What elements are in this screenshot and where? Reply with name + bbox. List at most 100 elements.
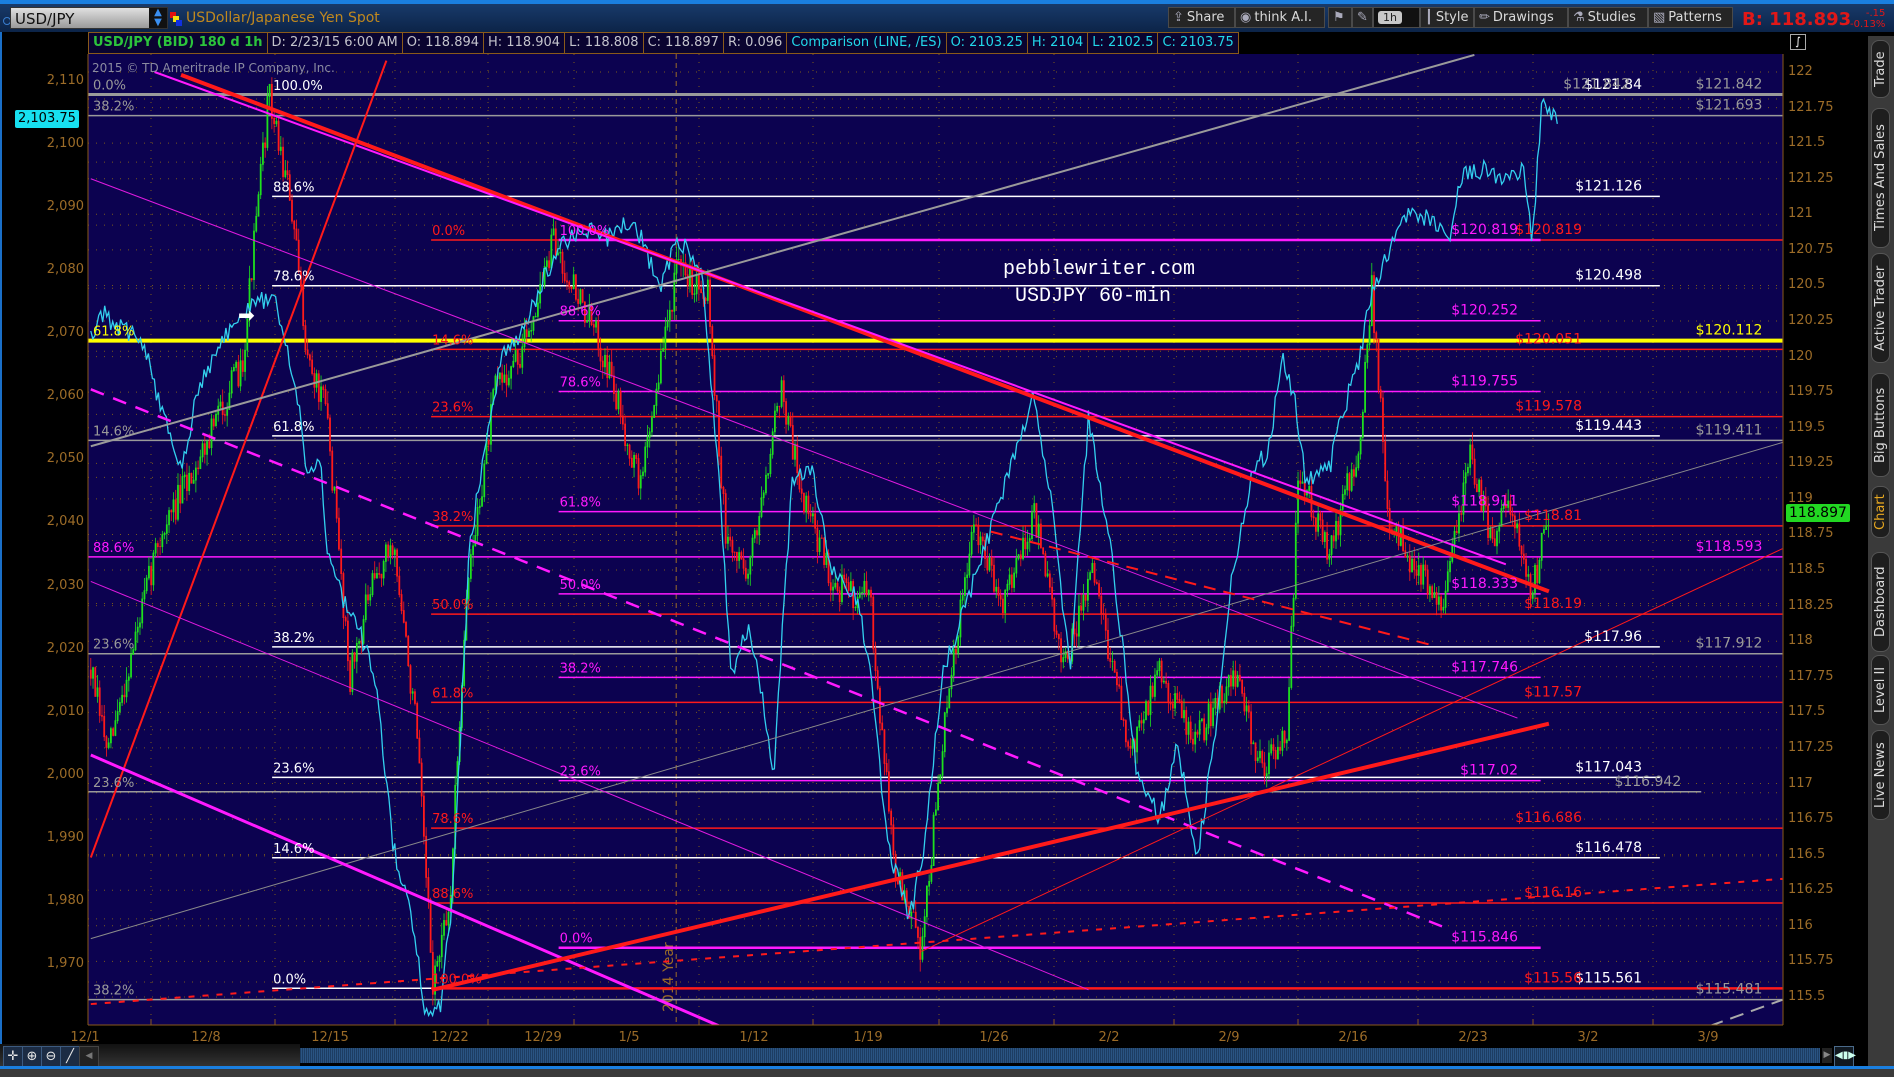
right-sidebar: Trade Times And Sales Active Trader Big But… [1868, 36, 1894, 1066]
left-axis-tick-label: 2,020 [46, 640, 84, 656]
fib-percent-label: 100.0% [560, 224, 610, 239]
fib-percent-label: 88.6% [93, 541, 134, 556]
fib-percent-label: 61.8% [273, 420, 314, 435]
x-axis-tick-label: 12/29 [524, 1030, 562, 1045]
fib-percent-label: 38.2% [560, 661, 601, 676]
fib-percent-label: 23.6% [560, 765, 601, 780]
left-axis-tick-label: 1,980 [46, 892, 84, 908]
fib-price-label: $119.443 [1575, 418, 1642, 434]
fib-price-label: $121.126 [1575, 178, 1642, 194]
left-axis-tick-label: 2,080 [46, 262, 84, 278]
right-axis-tick-label: 118 [1788, 633, 1813, 649]
fib-percent-label: 88.6% [273, 180, 314, 195]
left-axis-tick-label: 1,970 [46, 955, 84, 971]
fib-price-label: $116.942 [1614, 774, 1681, 790]
fib-percent-label: 61.8% [560, 496, 601, 511]
status-strip [0, 1069, 1894, 1077]
trendline-magenta-downtrend [154, 71, 1507, 566]
right-axis-tick-label: 118.75 [1788, 526, 1834, 542]
watermark-subtitle: USDJPY 60-min [1015, 285, 1172, 308]
time-scrollbar[interactable] [300, 1048, 1820, 1063]
sidebar-tab-level-ii[interactable]: Level II [1871, 655, 1890, 725]
fib-price-label: $121.693 [1696, 98, 1763, 114]
fib-price-label: $120.819 [1515, 222, 1582, 238]
fib-percent-label: 61.8% [432, 686, 473, 701]
trendline-gray-dashed [1709, 998, 1783, 1025]
x-axis-tick-label: 12/8 [191, 1030, 221, 1045]
fib-percent-label: 50.0% [432, 598, 473, 613]
sidebar-tab-times-and-sales[interactable]: Times And Sales [1871, 108, 1890, 248]
right-axis-tick-label: 120.75 [1788, 241, 1834, 257]
right-axis-tick-label: 121.25 [1788, 170, 1834, 186]
fib-price-label: $119.411 [1696, 422, 1763, 438]
fib-percent-label: 0.0% [273, 972, 306, 987]
fib-price-label: $121.842 [1563, 76, 1630, 92]
fib-percent-label: 23.6% [93, 776, 134, 791]
fib-price-label: $117.02 [1460, 763, 1518, 779]
fib-percent-label: 100.0% [273, 79, 323, 94]
right-axis-tick-label: 115.75 [1788, 953, 1834, 969]
x-axis-tick-label: 1/12 [739, 1030, 769, 1045]
x-axis-tick-label: 2/2 [1098, 1030, 1120, 1045]
zoom-grip-icon[interactable]: ◀▮▶ [1834, 1046, 1856, 1067]
x-axis-tick-label: 12/1 [70, 1030, 100, 1045]
sidebar-tab-chart[interactable]: Chart [1871, 486, 1890, 538]
fib-price-label: $117.57 [1524, 684, 1582, 700]
fib-percent-label: 0.0% [432, 224, 465, 239]
left-axis-tick-label: 2,010 [46, 703, 84, 719]
left-axis-tick-label: 2,090 [46, 199, 84, 215]
left-axis-tick-label: 2,100 [46, 136, 84, 152]
left-axis-tick-label: 2,000 [46, 766, 84, 782]
fib-percent-label: 14.6% [93, 424, 134, 439]
x-axis-tick-label: 1/26 [979, 1030, 1009, 1045]
sidebar-tab-big-buttons[interactable]: Big Buttons [1871, 373, 1890, 477]
right-axis-tick-label: 116.75 [1788, 811, 1834, 827]
left-axis-tick-label: 1,990 [46, 829, 84, 845]
copyright-notice: 2015 © TD Ameritrade IP Company, Inc. [92, 61, 335, 75]
fib-percent-label: 14.6% [432, 333, 473, 348]
trendline-magenta-channel-lower [90, 753, 721, 1025]
draw-line-icon[interactable]: ╱ [60, 1046, 80, 1067]
zoom-out-icon[interactable]: ⊖ [41, 1046, 61, 1067]
sidebar-tab-live-news[interactable]: Live News [1871, 730, 1890, 820]
fib-price-label: $118.19 [1524, 596, 1582, 612]
sidebar-tab-trade[interactable]: Trade [1871, 40, 1890, 98]
fib-percent-label: 50.0% [560, 578, 601, 593]
scroll-left-icon[interactable]: ◀ [79, 1046, 99, 1067]
fib-percent-label: 0.0% [560, 932, 593, 947]
x-axis-tick-label: 12/15 [311, 1030, 349, 1045]
zoom-in-icon[interactable]: ⊕ [22, 1046, 42, 1067]
left-axis-tick-label: 2,040 [46, 514, 84, 530]
fib-percent-label: 38.2% [432, 510, 473, 525]
fib-percent-label: 23.6% [273, 761, 314, 776]
arrow-right-icon: ➡ [238, 303, 255, 327]
fib-price-label: $117.96 [1584, 629, 1642, 645]
sidebar-tab-dashboard[interactable]: Dashboard [1871, 552, 1890, 652]
fib-price-label: $120.819 [1451, 222, 1518, 238]
price-chart[interactable]: 2014 Year 0.0% $115.56114.6% $116.47823.6%… [0, 0, 1894, 1077]
right-axis-tick-label: 117.5 [1788, 704, 1826, 720]
fib-price-label: $120.498 [1575, 268, 1642, 284]
fib-price-label: $117.912 [1696, 636, 1763, 652]
x-axis-tick-label: 2/9 [1218, 1030, 1240, 1045]
fib-price-label: $121.842 [1696, 76, 1763, 92]
right-axis-tick-label: 121.5 [1788, 135, 1826, 151]
fib-percent-label: 38.2% [93, 984, 134, 999]
fib-percent-label: 14.6% [273, 842, 314, 857]
left-axis-tick-label: 2,030 [46, 577, 84, 593]
fib-price-label: $117.746 [1451, 659, 1518, 675]
trendline-red-dashed-mid [990, 530, 1434, 647]
sidebar-tab-active-trader[interactable]: Active Trader [1871, 253, 1890, 363]
left-axis-tick-label: 2,070 [46, 325, 84, 341]
right-axis-tick-label: 120.25 [1788, 313, 1834, 329]
x-axis-tick-label: 1/19 [853, 1030, 883, 1045]
fib-price-label: $116.478 [1575, 840, 1642, 856]
fib-price-label: $115.481 [1696, 982, 1763, 998]
x-axis-tick-label: 2/16 [1338, 1030, 1368, 1045]
scroll-right-icon[interactable]: ▶ [1822, 1048, 1832, 1063]
trendline-red-steep-uptrend [89, 60, 388, 858]
crosshair-icon[interactable]: ✛ [3, 1046, 23, 1067]
right-axis-tick-label: 118.5 [1788, 562, 1826, 578]
x-axis-tick-label: 3/2 [1577, 1030, 1599, 1045]
fib-price-label: $116.686 [1515, 810, 1582, 826]
